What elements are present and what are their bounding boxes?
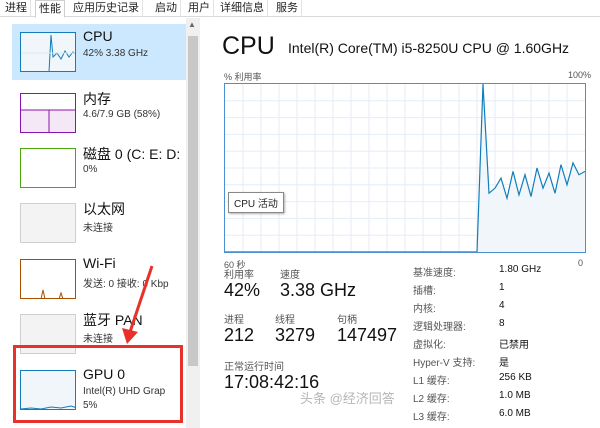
util-label: 利用率 xyxy=(224,270,254,281)
sidebar-item-ethernet[interactable]: 以太网 未连接 xyxy=(12,195,186,251)
cpu-graph-canvas xyxy=(225,83,586,253)
page-title: CPU xyxy=(222,32,275,60)
graph-y-label: % 利用率 xyxy=(224,72,262,82)
tab-services[interactable]: 服务 xyxy=(273,0,302,17)
processes-value: 212 xyxy=(224,325,255,345)
handles-label: 句柄 xyxy=(337,315,357,326)
graph-max-label: 100% xyxy=(568,70,592,80)
red-arrow-icon xyxy=(122,265,154,344)
sidebar-scroll-thumb[interactable] xyxy=(188,36,198,366)
spec-key: 内核: xyxy=(413,304,436,315)
memory-thumbnail-graph xyxy=(20,93,76,133)
scroll-up-icon[interactable]: ▲ xyxy=(188,20,196,29)
wifi-thumbnail-graph xyxy=(20,259,76,299)
sidebar-item-detail: 42% 3.38 GHz xyxy=(83,48,149,59)
uptime-label: 正常运行时间 xyxy=(224,362,284,373)
spec-value: 已禁用 xyxy=(499,340,529,351)
sidebar-item-label: CPU xyxy=(83,28,113,44)
sidebar-item-cpu[interactable]: CPU 42% 3.38 GHz xyxy=(12,24,186,80)
handles-value: 147497 xyxy=(337,325,398,345)
sidebar-item-detail: 未连接 xyxy=(83,223,113,234)
spec-value: 1 xyxy=(499,282,505,293)
tab-performance[interactable]: 性能 xyxy=(35,0,65,18)
tab-app-history[interactable]: 应用历史记录 xyxy=(70,0,143,17)
spec-key: Hyper-V 支持: xyxy=(413,358,476,369)
spec-key: L3 缓存: xyxy=(413,412,450,423)
threads-value: 3279 xyxy=(275,325,316,345)
watermark-text: 头条 @经济回答 xyxy=(300,391,395,406)
processes-label: 进程 xyxy=(224,315,244,326)
gpu-highlight-box xyxy=(13,345,183,423)
speed-label: 速度 xyxy=(280,270,300,281)
sidebar-item-disk[interactable]: 磁盘 0 (C: E: D: 0% xyxy=(12,140,186,196)
spec-value: 1.80 GHz xyxy=(499,264,542,275)
disk-thumbnail-graph xyxy=(20,148,76,188)
ethernet-thumbnail-graph xyxy=(20,203,76,243)
spec-value: 是 xyxy=(499,358,509,369)
tab-processes[interactable]: 进程 xyxy=(2,0,31,17)
sidebar-item-detail: 0% xyxy=(83,164,98,175)
sidebar-item-label: 内存 xyxy=(83,91,111,107)
spec-value: 4 xyxy=(499,300,505,311)
spec-key: 逻辑处理器: xyxy=(413,322,466,333)
sidebar-item-detail: 4.6/7.9 GB (58%) xyxy=(83,109,161,120)
util-value: 42% xyxy=(224,280,261,300)
speed-value: 3.38 GHz xyxy=(280,280,357,300)
threads-label: 线程 xyxy=(275,315,295,326)
cpu-usage-graph[interactable] xyxy=(224,83,586,253)
cpu-thumbnail-graph xyxy=(20,32,76,72)
tab-details[interactable]: 详细信息 xyxy=(217,0,268,17)
spec-key: L2 缓存: xyxy=(413,394,450,405)
sidebar-item-label: Wi-Fi xyxy=(83,255,116,271)
sidebar-item-memory[interactable]: 内存 4.6/7.9 GB (58%) xyxy=(12,85,186,141)
spec-key: 虚拟化: xyxy=(413,340,446,351)
tab-startup[interactable]: 启动 xyxy=(152,0,181,17)
tab-users[interactable]: 用户 xyxy=(185,0,214,17)
graph-tooltip: CPU 活动 xyxy=(228,192,284,213)
spec-value: 1.0 MB xyxy=(499,390,531,401)
spec-key: L1 缓存: xyxy=(413,376,450,387)
spec-value: 256 KB xyxy=(499,372,532,383)
sidebar-item-label: 以太网 xyxy=(83,201,125,217)
sidebar-item-detail: 未连接 xyxy=(83,334,113,345)
cpu-model-name: Intel(R) Core(TM) i5-8250U CPU @ 1.60GHz xyxy=(288,40,570,56)
cpu-detail-panel: CPU Intel(R) Core(TM) i5-8250U CPU @ 1.6… xyxy=(208,18,600,428)
graph-min-label: 0 xyxy=(578,258,584,268)
tab-bar: 进程 性能 应用历史记录 启动 用户 详细信息 服务 xyxy=(0,0,600,18)
sidebar-item-label: 磁盘 0 (C: E: D: xyxy=(83,146,181,162)
spec-key: 插槽: xyxy=(413,286,436,297)
spec-value: 8 xyxy=(499,318,505,329)
spec-value: 6.0 MB xyxy=(499,408,531,419)
spec-key: 基准速度: xyxy=(413,268,456,279)
